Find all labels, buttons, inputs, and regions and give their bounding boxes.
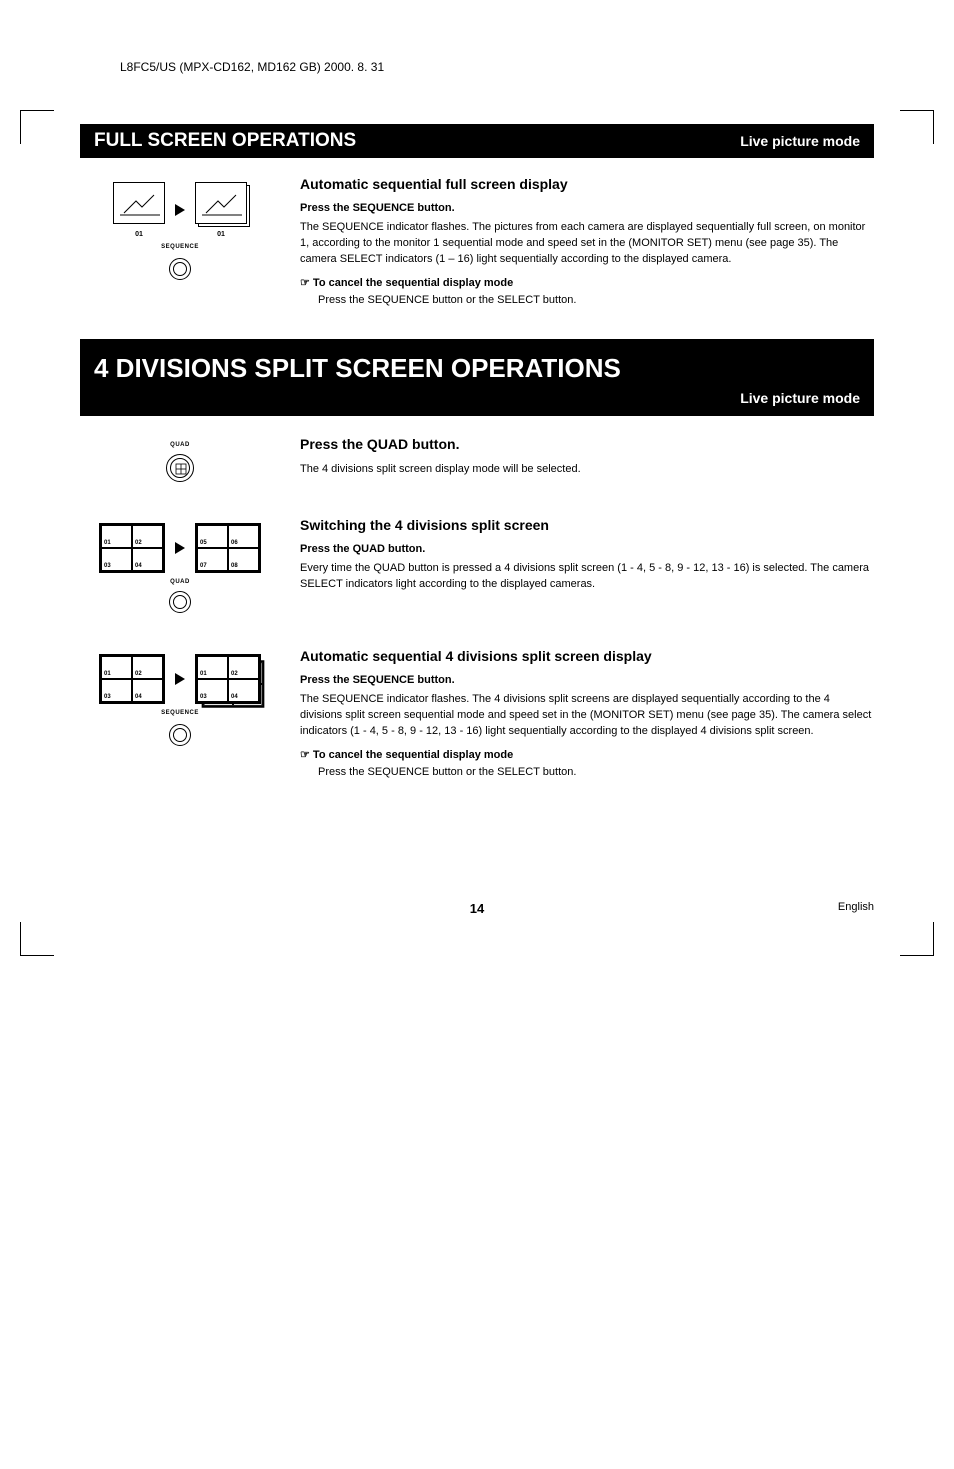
arrow-right-icon (175, 204, 185, 216)
sequence-button-icon (169, 258, 191, 280)
cell-num: 02 (135, 671, 142, 677)
crop-mark-tl (20, 110, 54, 144)
illustration-quad-button: QUAD (80, 436, 280, 487)
big-title: 4 DIVISIONS SPLIT SCREEN OPERATIONS (94, 353, 860, 384)
cancel-heading: To cancel the sequential display mode (300, 276, 874, 289)
section-auto-4div: 01 02 03 04 05 06 07 08 01 02 (80, 648, 874, 781)
cell-num: 07 (200, 563, 207, 569)
cancel-heading-text: To cancel the sequential display mode (313, 749, 513, 761)
page: L8FC5/US (MPX-CD162, MD162 GB) 2000. 8. … (0, 0, 954, 996)
cell-num: 06 (231, 540, 238, 546)
monitor-caption: 01 (195, 231, 247, 238)
cell-num: 02 (231, 671, 238, 677)
quad-grid-icon: 05 06 07 08 (195, 523, 261, 573)
body-text: Every time the QUAD button is pressed a … (300, 561, 874, 593)
cancel-heading: To cancel the sequential display mode (300, 748, 874, 761)
section-heading: Press the QUAD button. (300, 436, 874, 452)
cell-num: 01 (104, 540, 111, 546)
crop-mark-bl (20, 922, 54, 956)
document-code: L8FC5/US (MPX-CD162, MD162 GB) 2000. 8. … (120, 60, 874, 74)
monitor-caption: 01 (113, 231, 165, 238)
section-heading: Automatic sequential 4 divisions split s… (300, 648, 874, 664)
cell-num: 01 (200, 671, 207, 677)
illustration-auto-4div: 01 02 03 04 05 06 07 08 01 02 (80, 648, 280, 781)
illustration-switch-4div: 01 02 03 04 05 06 07 08 QUAD (80, 517, 280, 618)
big-subtitle: Live picture mode (94, 390, 860, 406)
page-footer: 14 English (80, 901, 874, 916)
bar-subtitle: Live picture mode (740, 133, 860, 149)
instruction-heading: Press the SEQUENCE button. (300, 202, 874, 214)
language-label: English (838, 901, 874, 913)
sequence-button-label: SEQUENCE (80, 710, 280, 716)
cell-num: 04 (231, 694, 238, 700)
arrow-right-icon (175, 542, 185, 554)
sequence-button-label: SEQUENCE (80, 244, 280, 250)
body-text: The 4 divisions split screen display mod… (300, 462, 874, 478)
body-text: The SEQUENCE indicator flashes. The 4 di… (300, 692, 874, 740)
cell-num: 04 (135, 563, 142, 569)
cell-num: 02 (135, 540, 142, 546)
cell-num: 03 (200, 694, 207, 700)
instruction-heading: Press the SEQUENCE button. (300, 674, 874, 686)
cell-num: 08 (231, 563, 238, 569)
instruction-heading: Press the QUAD button. (300, 543, 874, 555)
cell-num: 03 (104, 694, 111, 700)
section-auto-full: 01 01 SEQUENCE Automatic sequential full… (80, 176, 874, 309)
crop-mark-tr (900, 110, 934, 144)
quad-button-label: QUAD (80, 442, 280, 448)
quad-grid-icon: 01 02 03 04 (99, 523, 165, 573)
quad-grid-icon: 01 02 03 04 (99, 654, 165, 704)
monitor-icon (113, 182, 165, 224)
section-heading: Switching the 4 divisions split screen (300, 517, 874, 533)
bar-title: FULL SCREEN OPERATIONS (94, 130, 356, 152)
cell-num: 03 (104, 563, 111, 569)
sequence-button-icon (169, 724, 191, 746)
cancel-body: Press the SEQUENCE button or the SELECT … (318, 765, 874, 781)
cell-num: 05 (200, 540, 207, 546)
cell-num: 04 (135, 694, 142, 700)
body-text: The SEQUENCE indicator flashes. The pict… (300, 220, 874, 268)
section-heading: Automatic sequential full screen display (300, 176, 874, 192)
quad-button-icon (169, 591, 191, 613)
arrow-right-icon (175, 673, 185, 685)
illustration-auto-full: 01 01 SEQUENCE (80, 176, 280, 309)
section-header-full-screen: FULL SCREEN OPERATIONS Live picture mode (80, 124, 874, 158)
section-header-4-divisions: 4 DIVISIONS SPLIT SCREEN OPERATIONS Live… (80, 339, 874, 416)
section-press-quad: QUAD Press the QUAD button. The 4 divisi… (80, 436, 874, 487)
cell-num: 01 (104, 671, 111, 677)
cancel-heading-text: To cancel the sequential display mode (313, 277, 513, 289)
section-switch-4div: 01 02 03 04 05 06 07 08 QUAD Switching t… (80, 517, 874, 618)
quad-button-label: QUAD (80, 579, 280, 585)
quad-button-icon (166, 454, 194, 482)
monitor-icon (195, 182, 247, 224)
quad-grid-front-icon: 01 02 03 04 (195, 654, 261, 704)
page-number: 14 (470, 901, 484, 916)
crop-mark-br (900, 922, 934, 956)
cancel-body: Press the SEQUENCE button or the SELECT … (318, 293, 874, 309)
